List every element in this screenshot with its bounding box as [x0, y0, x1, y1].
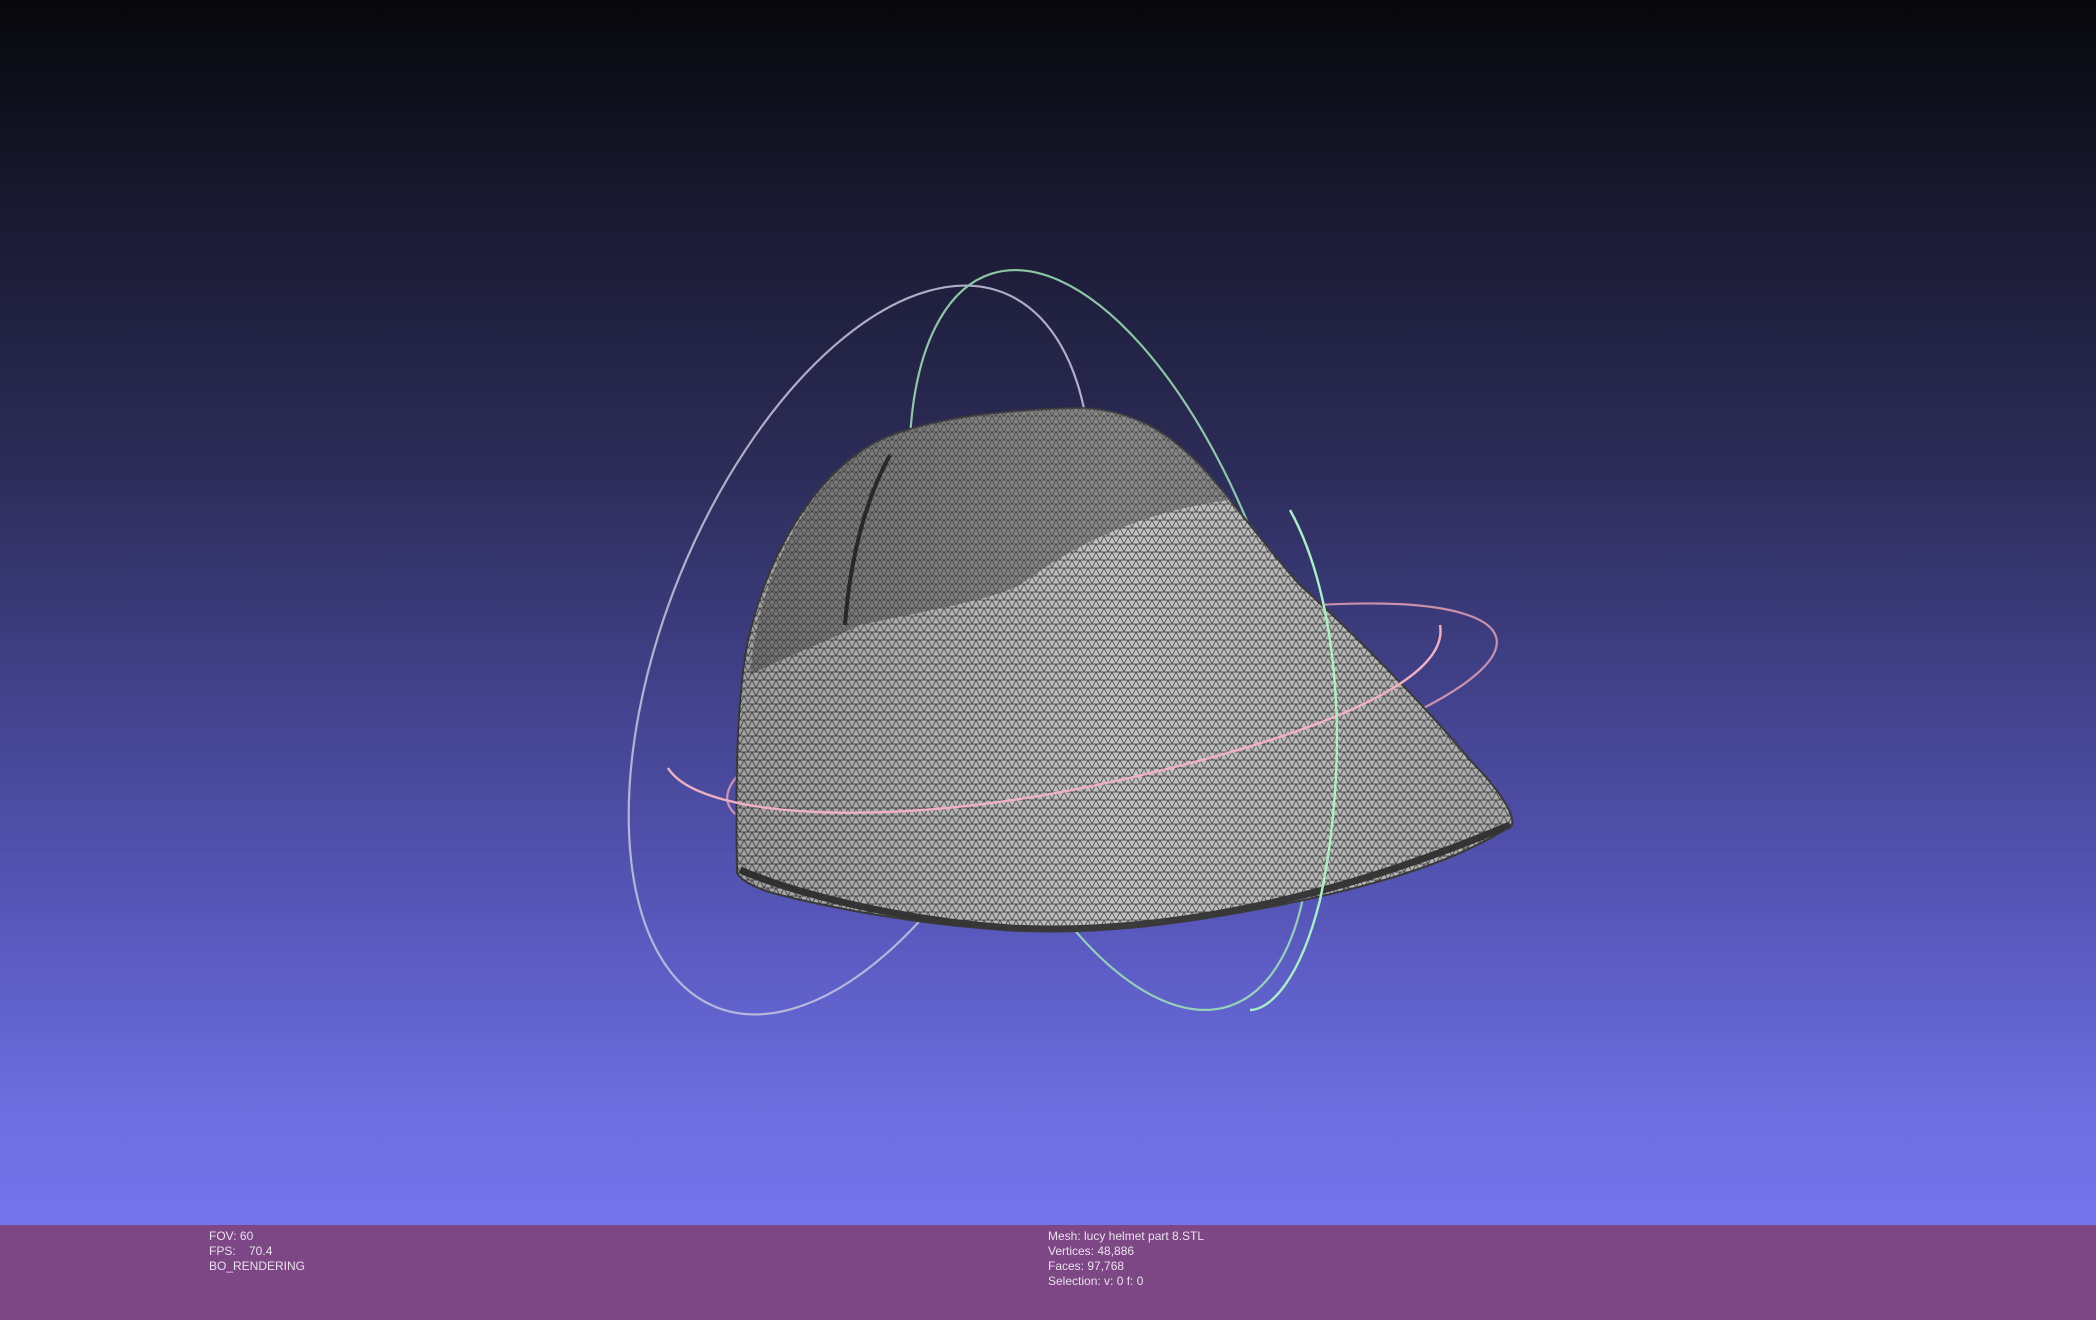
scene-svg	[627, 268, 1514, 1016]
3d-viewport[interactable]	[0, 0, 2096, 1225]
render-info: FOV: 60 FPS: 70.4 BO_RENDERING	[209, 1229, 305, 1274]
vertices-count-label: Vertices: 48,886	[1048, 1244, 1135, 1258]
info-bar: FOV: 60 FPS: 70.4 BO_RENDERING Mesh: luc…	[0, 1225, 2096, 1320]
faces-count-label: Faces: 97,768	[1048, 1259, 1125, 1273]
render-mode-label: BO_RENDERING	[209, 1259, 306, 1273]
fov-label: FOV: 60	[209, 1229, 254, 1243]
mesh-name-label: Mesh: lucy helmet part 8.STL	[1048, 1229, 1205, 1243]
mesh-info: Mesh: lucy helmet part 8.STL Vertices: 4…	[1048, 1229, 1204, 1289]
mesh-shading	[736, 408, 1513, 932]
fps-label: FPS: 70.4	[209, 1244, 273, 1258]
selection-label: Selection: v: 0 f: 0	[1048, 1274, 1144, 1288]
meshlab-window: FOV: 60 FPS: 70.4 BO_RENDERING Mesh: luc…	[0, 0, 2096, 1320]
mesh-helmet-part	[735, 406, 1514, 933]
